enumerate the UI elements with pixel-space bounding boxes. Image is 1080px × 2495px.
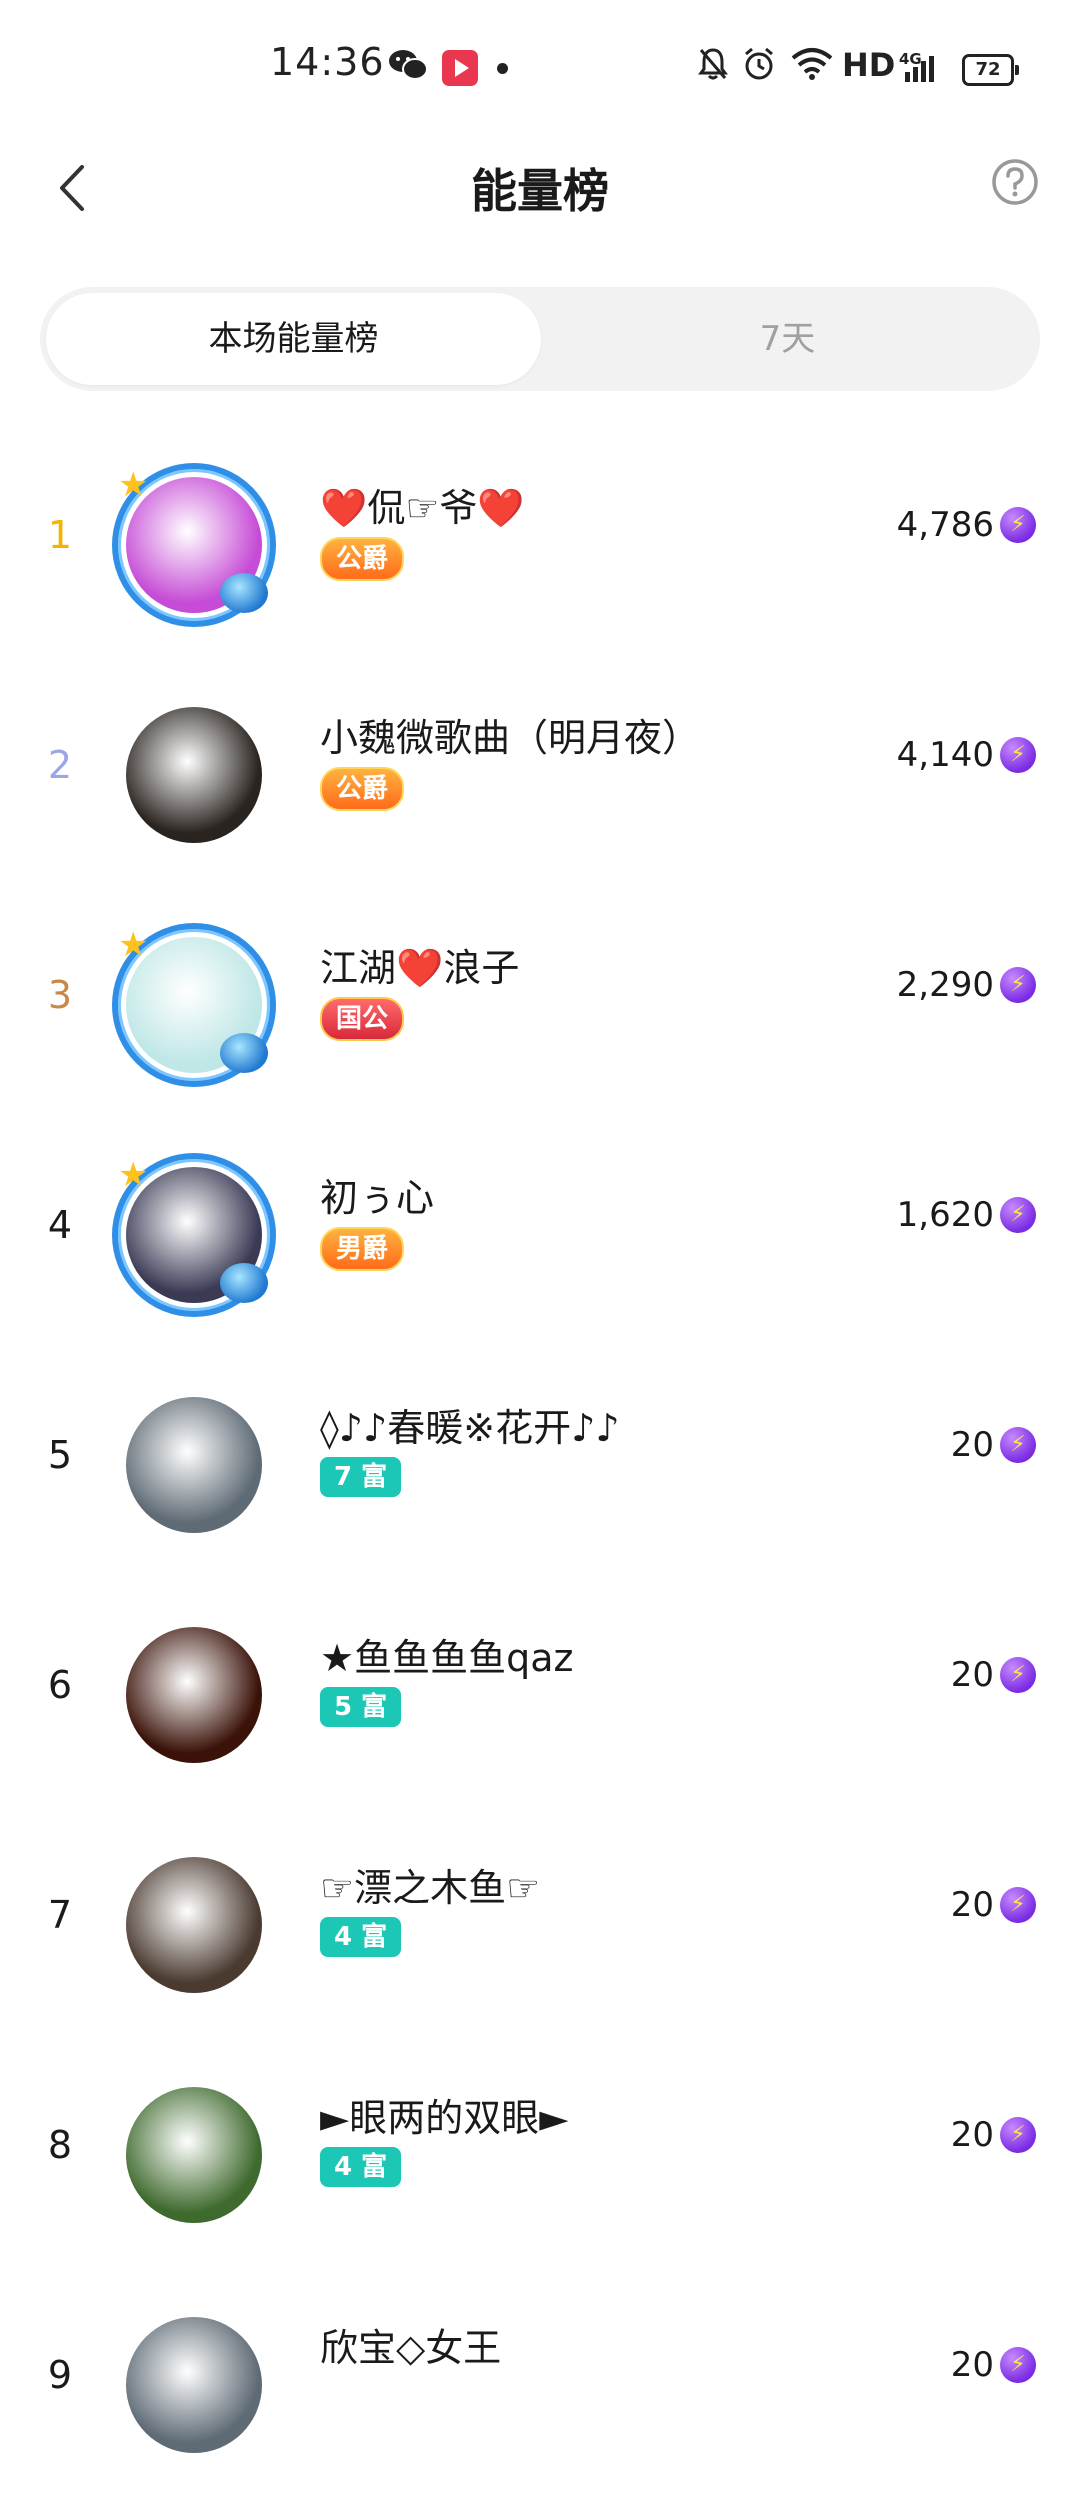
avatar[interactable]: ★	[104, 1145, 284, 1325]
energy-bolt-icon	[1000, 967, 1036, 1003]
user-name: 江湖❤️浪子	[320, 946, 520, 990]
user-name: 欣宝◇女王	[320, 2326, 502, 2370]
rank-number: 4	[47, 1203, 73, 1247]
energy-bolt-icon	[1000, 1197, 1036, 1233]
energy-bolt-icon	[1000, 1887, 1036, 1923]
energy-score: 20	[950, 1655, 994, 1695]
energy-bolt-icon	[1000, 2117, 1036, 2153]
wifi-icon	[791, 48, 833, 80]
user-name: ◊♪♪春暖※花开♪♪	[320, 1406, 620, 1450]
ranking-row[interactable]: 8 ►眼两的双眼► 4 富 20	[0, 2035, 1080, 2265]
ranking-tabs: 本场能量榜 7天	[40, 287, 1040, 391]
avatar[interactable]	[104, 1605, 284, 1785]
rank-badge: 7 富	[320, 1457, 402, 1497]
user-name: 初ぅ心	[320, 1176, 435, 1220]
tab-current-session[interactable]: 本场能量榜	[46, 293, 541, 385]
energy-score: 20	[950, 2345, 994, 2385]
page-title: 能量榜	[471, 164, 609, 218]
rank-number: 9	[47, 2353, 73, 2397]
energy-score: 1,620	[896, 1195, 994, 1235]
energy-score: 4,786	[896, 505, 994, 545]
planet-orb-icon	[220, 1263, 268, 1303]
energy-bolt-icon	[1000, 737, 1036, 773]
rank-number: 1	[47, 513, 73, 557]
rank-badge: 公爵	[320, 767, 405, 811]
energy-score: 2,290	[896, 965, 994, 1005]
energy-bolt-icon	[1000, 507, 1036, 543]
avatar[interactable]	[104, 2295, 284, 2475]
avatar-image	[126, 2317, 262, 2453]
rank-badge: 5 富	[320, 1687, 402, 1727]
rank-number: 8	[47, 2123, 73, 2167]
mute-bell-icon	[698, 48, 728, 80]
video-app-icon	[442, 50, 478, 86]
ranking-row[interactable]: 6 ★鱼鱼鱼鱼qaz 5 富 20	[0, 1575, 1080, 1805]
user-name: ►眼两的双眼►	[320, 2096, 569, 2140]
rank-number: 3	[47, 973, 73, 1017]
rank-badge: 国公	[320, 997, 405, 1041]
user-name: ❤️侃☞爷❤️	[320, 486, 525, 530]
energy-bolt-icon	[1000, 1657, 1036, 1693]
energy-score: 20	[950, 1885, 994, 1925]
planet-orb-icon	[220, 573, 268, 613]
rank-badge: 公爵	[320, 537, 405, 581]
ranking-row[interactable]: 9 欣宝◇女王 20	[0, 2265, 1080, 2495]
energy-bolt-icon	[1000, 2347, 1036, 2383]
avatar-image	[126, 1397, 262, 1533]
user-name: 小魏微歌曲（明月夜）	[320, 716, 701, 760]
energy-bolt-icon	[1000, 1427, 1036, 1463]
rank-badge: 4 富	[320, 2147, 402, 2187]
rank-number: 7	[47, 1893, 73, 1937]
ranking-row[interactable]: 5 ◊♪♪春暖※花开♪♪ 7 富 20	[0, 1345, 1080, 1575]
rank-number: 2	[47, 743, 73, 787]
avatar[interactable]: ★	[104, 915, 284, 1095]
notification-dot-icon	[497, 63, 508, 74]
ranking-row[interactable]: 7 ☞漂之木鱼☞ 4 富 20	[0, 1805, 1080, 2035]
energy-score: 20	[950, 2115, 994, 2155]
alarm-icon	[745, 47, 773, 80]
wechat-icon	[389, 50, 428, 80]
hd-indicator: HD	[842, 46, 896, 84]
star-icon: ★	[118, 1155, 149, 1195]
help-button[interactable]	[990, 157, 1040, 207]
tab-7-days[interactable]: 7天	[540, 293, 1035, 385]
avatar[interactable]	[104, 1835, 284, 2015]
avatar[interactable]	[104, 2065, 284, 2245]
user-name: ☞漂之木鱼☞	[320, 1866, 541, 1910]
avatar[interactable]	[104, 685, 284, 865]
rank-badge: 男爵	[320, 1227, 405, 1271]
battery-indicator: 72	[962, 54, 1019, 86]
signal-bars-icon	[905, 56, 934, 82]
ranking-row[interactable]: 2 小魏微歌曲（明月夜） 公爵 4,140	[0, 655, 1080, 885]
ranking-row[interactable]: 3 ★ 江湖❤️浪子 国公 2,290	[0, 885, 1080, 1115]
status-bar: 14:36 HD 4G 72	[0, 0, 1080, 135]
star-icon: ★	[118, 925, 149, 965]
star-icon: ★	[118, 465, 149, 505]
status-time: 14:36	[270, 40, 385, 84]
energy-score: 20	[950, 1425, 994, 1465]
rank-number: 6	[47, 1663, 73, 1707]
planet-orb-icon	[220, 1033, 268, 1073]
rank-badge: 4 富	[320, 1917, 402, 1957]
avatar-image	[126, 1627, 262, 1763]
rank-number: 5	[47, 1433, 73, 1477]
header: 能量榜	[0, 135, 1080, 235]
avatar-image	[126, 2087, 262, 2223]
ranking-row[interactable]: 1 ★ ❤️侃☞爷❤️ 公爵 4,786	[0, 425, 1080, 655]
avatar-image	[126, 1857, 262, 1993]
avatar[interactable]	[104, 1375, 284, 1555]
energy-score: 4,140	[896, 735, 994, 775]
user-name: ★鱼鱼鱼鱼qaz	[320, 1636, 574, 1680]
avatar-image	[126, 707, 262, 843]
avatar[interactable]: ★	[104, 455, 284, 635]
ranking-row[interactable]: 4 ★ 初ぅ心男爵 1,620	[0, 1115, 1080, 1345]
